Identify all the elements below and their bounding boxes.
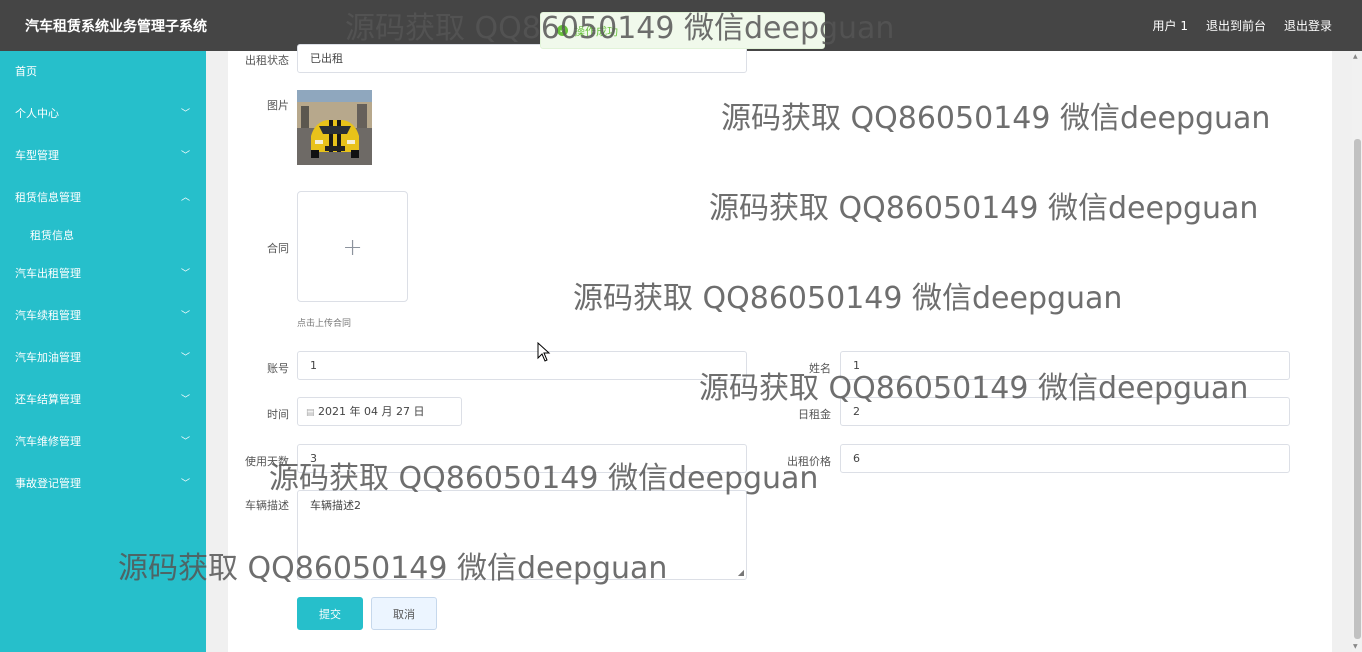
sidebar-item-label: 还车结算管理: [15, 393, 81, 406]
cancel-button[interactable]: 取消: [371, 597, 437, 630]
name-field[interactable]: 1: [840, 351, 1290, 380]
image-label: 图片: [267, 99, 289, 112]
daily-rent-field[interactable]: 2: [840, 397, 1290, 426]
sidebar-item-home[interactable]: 首页: [0, 51, 206, 93]
account-label: 账号: [267, 362, 289, 375]
sidebar-item-label: 首页: [15, 65, 37, 78]
calendar-icon: ▤: [306, 408, 315, 418]
date-picker[interactable]: ▤ 2021 年 04 月 27 日: [297, 397, 462, 426]
days-label: 使用天数: [245, 455, 289, 468]
chevron-down-icon: ﹀: [180, 311, 190, 321]
chevron-up-icon: ︿: [180, 193, 190, 203]
scroll-down-icon[interactable]: ▼: [1353, 643, 1358, 650]
description-textarea[interactable]: 车辆描述2 ◢: [297, 490, 747, 580]
submit-button[interactable]: 提交: [297, 597, 363, 630]
chevron-down-icon: ﹀: [180, 479, 190, 489]
sidebar-item-label: 租赁信息管理: [15, 191, 81, 204]
price-field[interactable]: 6: [840, 444, 1290, 473]
back-to-front-link[interactable]: 退出到前台: [1206, 17, 1266, 34]
name-label: 姓名: [809, 362, 831, 375]
sidebar-item-return-settlement[interactable]: 还车结算管理 ﹀: [0, 379, 206, 421]
date-value: 2021 年 04 月 27 日: [318, 405, 425, 418]
status-label: 出租状态: [245, 54, 289, 67]
success-toast: ✓ 操作成功: [540, 12, 825, 49]
sidebar-item-label: 汽车出租管理: [15, 267, 81, 280]
chevron-down-icon: ﹀: [180, 269, 190, 279]
sidebar-item-rental-info-mgmt[interactable]: 租赁信息管理 ︿: [0, 177, 206, 219]
sidebar-subitem-label: 租赁信息: [30, 229, 74, 242]
car-photo: [297, 90, 372, 165]
car-image[interactable]: [297, 90, 372, 165]
sidebar: 首页 个人中心 ﹀ 车型管理 ﹀ 租赁信息管理 ︿ 租赁信息 汽车出租管理 ﹀ …: [0, 51, 206, 652]
check-circle-icon: ✓: [557, 25, 568, 36]
app-title: 汽车租赁系统业务管理子系统: [25, 19, 207, 35]
sidebar-item-personal-center[interactable]: 个人中心 ﹀: [0, 93, 206, 135]
time-label: 时间: [267, 408, 289, 421]
contract-label: 合同: [267, 242, 289, 255]
logout-link[interactable]: 退出登录: [1284, 17, 1332, 34]
description-label: 车辆描述: [245, 499, 289, 512]
chevron-down-icon: ﹀: [180, 395, 190, 405]
scroll-up-icon[interactable]: ▲: [1353, 53, 1358, 60]
page-scrollbar[interactable]: ▲ ▼: [1352, 51, 1362, 652]
mouse-cursor-icon: [537, 342, 551, 362]
chevron-down-icon: ﹀: [180, 109, 190, 119]
sidebar-item-label: 车型管理: [15, 149, 59, 162]
resize-handle-icon[interactable]: ◢: [738, 568, 744, 577]
sidebar-item-label: 汽车加油管理: [15, 351, 81, 364]
sidebar-item-car-model[interactable]: 车型管理 ﹀: [0, 135, 206, 177]
sidebar-item-repair[interactable]: 汽车维修管理 ﹀: [0, 421, 206, 463]
toast-message: 操作成功: [574, 24, 618, 38]
sidebar-item-label: 事故登记管理: [15, 477, 81, 490]
chevron-down-icon: ﹀: [180, 353, 190, 363]
plus-icon: +: [342, 232, 363, 261]
account-field[interactable]: 1: [297, 351, 747, 380]
sidebar-item-label: 汽车维修管理: [15, 435, 81, 448]
sidebar-subitem-rental-info[interactable]: 租赁信息: [0, 219, 206, 253]
sidebar-item-car-renewal[interactable]: 汽车续租管理 ﹀: [0, 295, 206, 337]
description-value: 车辆描述2: [310, 499, 361, 512]
price-label: 出租价格: [787, 455, 831, 468]
scrollbar-thumb[interactable]: [1354, 139, 1361, 639]
sidebar-item-refuel[interactable]: 汽车加油管理 ﹀: [0, 337, 206, 379]
sidebar-item-accident[interactable]: 事故登记管理 ﹀: [0, 463, 206, 505]
header-actions: 用户 1 退出到前台 退出登录: [1153, 17, 1332, 34]
contract-upload-hint: 点击上传合同: [297, 319, 352, 329]
sidebar-item-label: 个人中心: [15, 107, 59, 120]
days-field[interactable]: 3: [297, 444, 747, 473]
chevron-down-icon: ﹀: [180, 151, 190, 161]
sidebar-item-car-rent-out[interactable]: 汽车出租管理 ﹀: [0, 253, 206, 295]
user-name-link[interactable]: 用户 1: [1153, 17, 1188, 34]
chevron-down-icon: ﹀: [180, 437, 190, 447]
daily-rent-label: 日租金: [798, 408, 831, 421]
sidebar-item-label: 汽车续租管理: [15, 309, 81, 322]
contract-upload-button[interactable]: +: [297, 191, 408, 302]
